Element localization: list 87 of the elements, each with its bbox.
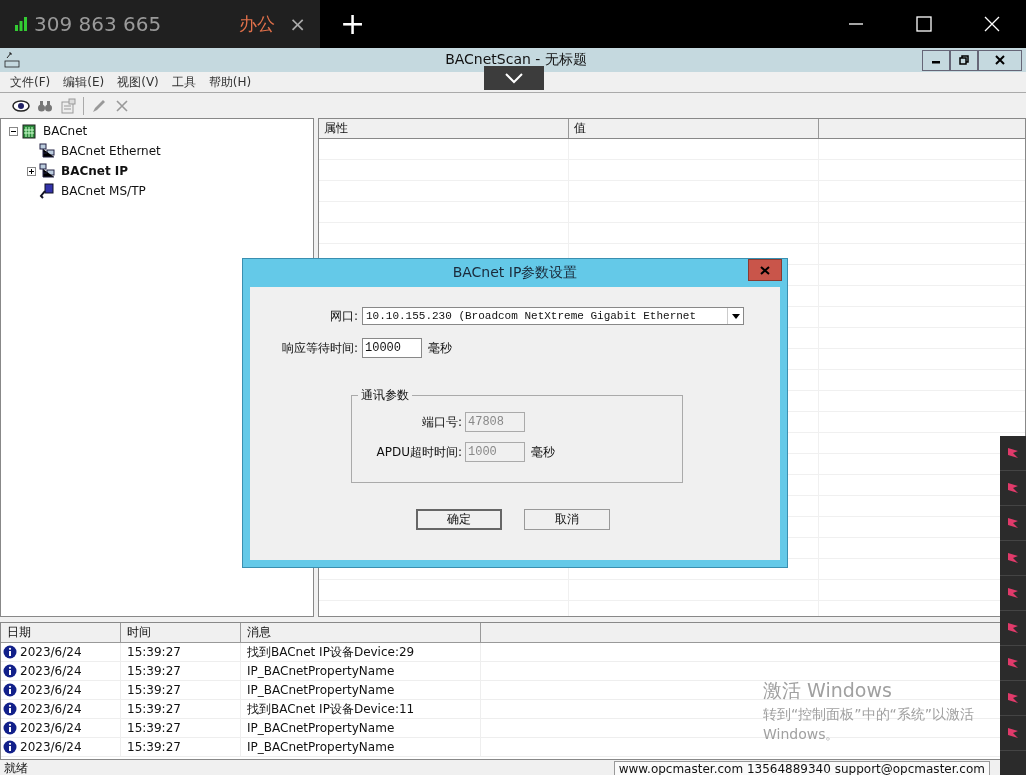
tree-item[interactable]: BACnet MS/TP: [61, 184, 146, 198]
eye-icon[interactable]: [12, 97, 30, 114]
date-cell: 2023/6/24: [20, 702, 82, 716]
dialog-button[interactable]: 确定: [416, 509, 502, 530]
dropdown-arrow-icon: [731, 313, 740, 319]
restore-button[interactable]: [950, 49, 978, 71]
tree-item[interactable]: BACnet: [43, 124, 88, 138]
menu-item[interactable]: 视图(V): [117, 73, 159, 91]
restore-icon: [959, 55, 969, 65]
menu-item[interactable]: 文件(F): [10, 73, 51, 91]
field-label: 端口号:: [420, 413, 463, 431]
chevron-down-icon: [504, 72, 524, 84]
column-header[interactable]: 消息: [241, 623, 481, 642]
activation-text: 转到“控制面板”中的“系统”以激活Windows。: [763, 705, 975, 744]
column-header[interactable]: 日期: [1, 623, 121, 642]
info-icon: [3, 664, 17, 678]
unit-label: 毫秒: [531, 443, 555, 461]
flag-icon[interactable]: [1007, 587, 1019, 599]
unit-label: 毫秒: [428, 339, 452, 357]
maximize-icon[interactable]: [916, 16, 932, 32]
delete-icon[interactable]: [114, 97, 130, 114]
input-field[interactable]: 10000: [362, 338, 422, 358]
menu-item[interactable]: 编辑(E): [63, 73, 105, 91]
browser-tab[interactable]: 办公: [239, 12, 276, 36]
time-cell: 15:39:27: [121, 700, 241, 718]
info-icon: [3, 645, 17, 659]
info-icon: [3, 721, 17, 735]
close-icon: [995, 55, 1005, 65]
field-label: 响应等待时间:: [280, 339, 359, 357]
message-cell: 找到BACnet IP设备Device:11: [241, 700, 481, 718]
menu-item[interactable]: 帮助(H): [208, 73, 252, 91]
message-cell: 找到BACnet IP设备Device:29: [241, 643, 481, 661]
flag-icon[interactable]: [1007, 692, 1019, 704]
flag-icon[interactable]: [1007, 517, 1019, 529]
flag-icon[interactable]: [1007, 447, 1019, 459]
flag-icon[interactable]: [1007, 482, 1019, 494]
new-tab-button[interactable]: +: [340, 9, 366, 39]
menu-item[interactable]: 工具: [171, 73, 196, 91]
date-cell: 2023/6/24: [20, 721, 82, 735]
signal-icon: [14, 17, 28, 31]
dialog-button[interactable]: 取消: [524, 509, 610, 530]
column-header[interactable]: 属性: [319, 119, 569, 138]
window-title: BACnetScan - 无标题: [445, 51, 587, 69]
close-button[interactable]: [978, 49, 1022, 71]
column-header[interactable]: 时间: [121, 623, 241, 642]
message-cell: IP_BACnetPropertyName: [241, 738, 481, 756]
date-cell: 2023/6/24: [20, 740, 82, 754]
dialog-title: BACnet IP参数设置: [452, 264, 578, 282]
message-cell: IP_BACnetPropertyName: [241, 719, 481, 737]
status-text: 就绪: [4, 760, 29, 775]
date-cell: 2023/6/24: [20, 664, 82, 678]
signal-number: 309 863 665: [34, 12, 162, 36]
expand-icon[interactable]: [27, 166, 36, 176]
network-port-dropdown[interactable]: 10.10.155.230 (Broadcom NetXtreme Gigabit Ethernet: [362, 307, 744, 325]
activation-title: 激活 Windows: [763, 678, 893, 703]
status-info: www.opcmaster.com 13564889340 support@opcmaster.com: [613, 760, 990, 775]
flag-icon[interactable]: [1007, 727, 1019, 739]
info-icon: [3, 740, 17, 754]
info-icon: [3, 702, 17, 716]
flag-icon[interactable]: [1007, 622, 1019, 634]
tree-item[interactable]: BACnet Ethernet: [61, 144, 161, 158]
time-cell: 15:39:27: [121, 662, 241, 680]
column-header[interactable]: 值: [569, 119, 819, 138]
tree-item[interactable]: BACnet IP: [61, 164, 129, 178]
time-cell: 15:39:27: [121, 681, 241, 699]
tab-close-button[interactable]: ×: [289, 12, 306, 36]
time-cell: 15:39:27: [121, 719, 241, 737]
flag-icon[interactable]: [1007, 552, 1019, 564]
time-cell: 15:39:27: [121, 738, 241, 756]
pencil-icon[interactable]: [91, 97, 107, 114]
date-cell: 2023/6/24: [20, 683, 82, 697]
close-icon: [760, 265, 770, 275]
minimize-button[interactable]: [922, 49, 950, 71]
time-cell: 15:39:27: [121, 643, 241, 661]
close-icon[interactable]: [984, 16, 1000, 32]
message-cell: IP_BACnetPropertyName: [241, 681, 481, 699]
field-label: 网口:: [328, 307, 359, 325]
message-cell: IP_BACnetPropertyName: [241, 662, 481, 680]
group-title: 通讯参数: [358, 387, 412, 404]
flag-icon[interactable]: [1007, 657, 1019, 669]
field-label: APDU超时时间:: [375, 443, 463, 461]
remote-toolbar-toggle[interactable]: [484, 66, 544, 90]
collapse-icon[interactable]: [9, 126, 18, 136]
dialog-close-button[interactable]: [748, 259, 782, 281]
date-cell: 2023/6/24: [20, 645, 82, 659]
info-icon: [3, 683, 17, 697]
building-icon: [21, 123, 37, 139]
